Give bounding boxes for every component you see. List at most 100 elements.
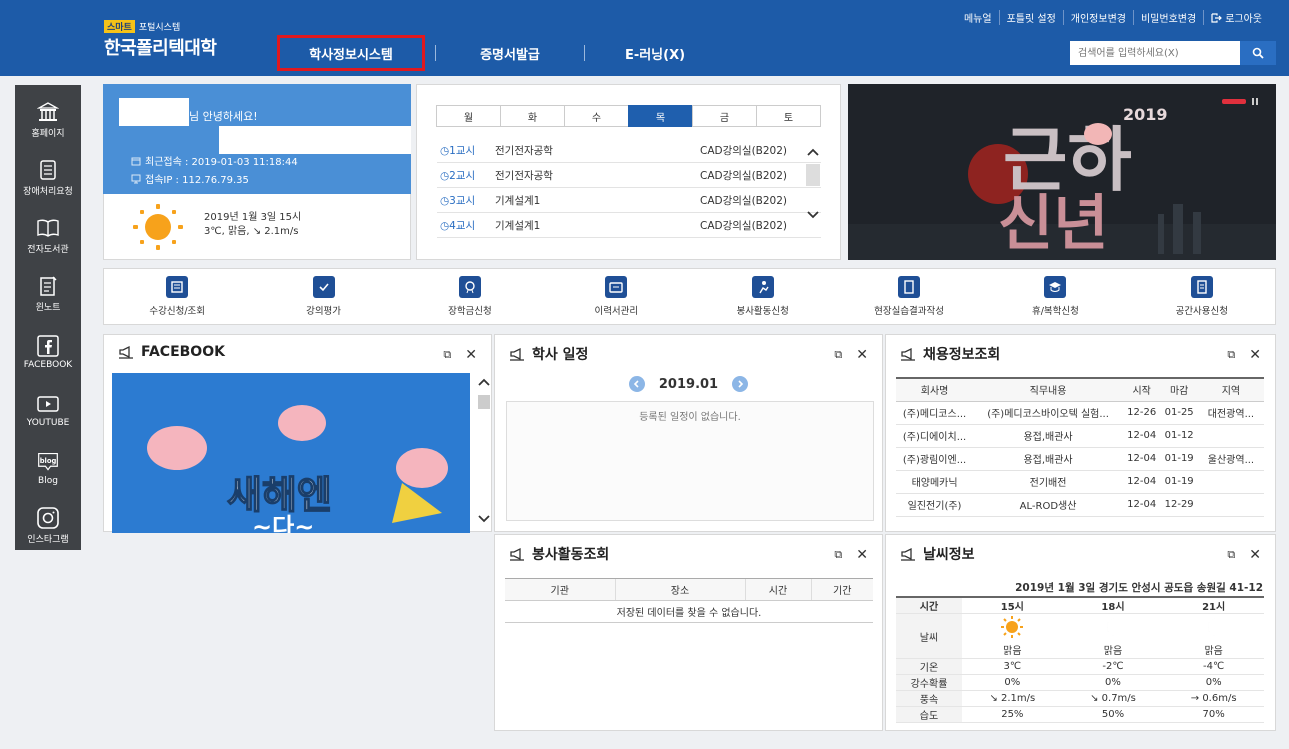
table-row[interactable]: 태양메카닉 전기배전 12-04 01-19 [896,470,1264,494]
facebook-post-image[interactable]: 새해엔 ~다~ [112,373,470,533]
table-header: 회사명 직무내용 시작 마감 지역 [896,377,1264,402]
weather-location: 2019년 1월 3일 경기도 안성시 공도읍 송원길 41-12 [1015,582,1263,594]
megaphone-icon [510,547,524,561]
manual-link[interactable]: 메뉴얼 [957,10,999,25]
youtube-icon [37,393,59,415]
maximize-icon[interactable]: ⧉ [834,548,842,562]
quick-scholarship[interactable]: 장학금신청 [397,269,543,324]
period-label: ◷2교시 [440,169,476,182]
col-region: 지역 [1197,377,1264,402]
weather-row-condition: 날씨 맑음 맑음 맑음 [896,613,1264,659]
portlet-settings-link[interactable]: 포틀릿 설정 [998,10,1063,25]
search-icon [1252,47,1264,59]
period-subject: 전기전자공학 [495,169,553,182]
quick-field-practice[interactable]: 현장실습결과작성 [836,269,982,324]
period-subject: 전기전자공학 [495,144,553,157]
empty-message: 저장된 데이터를 찾을 수 없습니다. [505,600,873,623]
tab-wednesday[interactable]: 수 [564,105,629,127]
tab-tuesday[interactable]: 화 [500,105,565,127]
nav-certificate[interactable]: 증명서발급 [436,35,584,71]
tab-saturday[interactable]: 토 [756,105,821,127]
quick-label: 수강신청/조회 [149,306,206,317]
sidebar-item-winnote[interactable]: 윈노트 [15,265,81,323]
login-ip-text: 접속IP : 112.76.79.35 [145,175,249,186]
sidebar-item-homepage[interactable]: 홈페이지 [15,91,81,149]
col-end: 마감 [1160,377,1198,402]
quick-sidebar: 홈페이지 장애처리요청 전자도서관 윈노트 FACEBOOK YOUTUBE b… [15,85,81,550]
tab-friday[interactable]: 금 [692,105,757,127]
maximize-icon[interactable]: ⧉ [1227,548,1235,562]
panel-title: 학사 일정 [509,344,588,364]
sidebar-item-label: 윈노트 [35,303,61,313]
sidebar-item-facebook[interactable]: FACEBOOK [15,323,81,381]
quick-label: 이력서관리 [594,306,639,317]
quick-space-booking[interactable]: 공간사용신청 [1129,269,1275,324]
period-row[interactable]: ◷2교시 전기전자공학 CAD강의실(B202) [437,163,821,188]
weather-date: 2019년 1월 3일 15시 [204,212,302,223]
close-icon[interactable]: ✕ [856,347,868,363]
profile-edit-link[interactable]: 개인정보변경 [1062,10,1133,25]
search-button[interactable] [1240,41,1276,65]
password-change-link[interactable]: 비밀번호변경 [1132,10,1203,25]
prev-month-button[interactable] [628,376,645,392]
megaphone-icon [901,347,915,361]
table-row[interactable]: (주)메디코스... (주)메디코스바이오텍 실험... 12-26 01-25 대전광… [896,401,1264,425]
maximize-icon[interactable]: ⧉ [834,348,842,362]
period-row[interactable]: ◷4교시 기계설계1 CAD강의실(B202) [437,213,821,238]
nav-academic-info[interactable]: 학사정보시스템 [277,35,425,71]
col-job: 직무내용 [973,377,1123,402]
redacted-info [219,126,411,154]
sidebar-item-support-request[interactable]: 장애처리요청 [15,149,81,207]
nav-elearning[interactable]: E-러닝(X) [585,35,725,71]
maximize-icon[interactable]: ⧉ [1227,348,1235,362]
new-year-banner[interactable]: 근하 신년 2019 [848,84,1276,260]
class-timetable: 월 화 수 목 금 토 ◷1교시 전기전자공학 CAD강의실(B202) ◷2교… [416,84,841,260]
close-icon[interactable]: ✕ [856,547,868,563]
quick-volunteer[interactable]: 봉사활동신청 [690,269,836,324]
volunteer-icon [751,276,774,298]
jobs-table: 회사명 직무내용 시작 마감 지역 (주)메디코스... (주)메디코스바이오텍 … [896,377,1264,517]
login-ip: 접속IP : 112.76.79.35 [131,171,249,186]
empty-message: 등록된 일정이 없습니다. [639,412,741,423]
next-month-button[interactable] [732,376,749,392]
timetable-scrollbar[interactable] [805,142,821,232]
quick-leave-return[interactable]: 휴/복학신청 [982,269,1128,324]
close-icon[interactable]: ✕ [1249,547,1261,563]
close-icon[interactable]: ✕ [465,347,477,363]
utility-nav: 메뉴얼 포틀릿 설정 개인정보변경 비밀번호변경 로그아웃 [957,10,1269,25]
weather-row-time: 시간 15시 18시 21시 [896,596,1264,614]
maximize-icon[interactable]: ⧉ [443,348,451,362]
schedule-panel: 학사 일정 ⧉ ✕ 2019.01 등록된 일정이 없습니다. [494,334,883,532]
sidebar-item-label: 홈페이지 [31,129,65,139]
logout-link[interactable]: 로그아웃 [1203,10,1269,25]
quick-resume[interactable]: 이력서관리 [543,269,689,324]
col-hours: 시간 [744,578,811,601]
sidebar-item-blog[interactable]: blog Blog [15,439,81,497]
logout-label: 로그아웃 [1225,14,1262,25]
tab-thursday[interactable]: 목 [628,105,693,127]
facebook-scrollbar[interactable] [476,373,492,533]
sidebar-item-e-library[interactable]: 전자도서관 [15,207,81,265]
table-row[interactable]: (주)광림이엔... 용접,배관사 12-04 01-19 울산광역... [896,447,1264,471]
search-input[interactable] [1070,41,1240,65]
table-header: 기관 장소 시간 기간 [505,578,873,601]
logo-badge: 스마트 [104,20,135,33]
sidebar-item-instagram[interactable]: 인스타그램 [15,497,81,555]
period-row[interactable]: ◷1교시 전기전자공학 CAD강의실(B202) [437,138,821,163]
period-row[interactable]: ◷3교시 기계설계1 CAD강의실(B202) [437,188,821,213]
portal-logo[interactable]: 스마트 포털시스템 한국폴리텍대학 [104,20,217,60]
chevron-left-icon [633,380,639,388]
sidebar-item-youtube[interactable]: YOUTUBE [15,381,81,439]
search-bar [1070,41,1276,65]
weather-row-temp: 기온 3℃ -2℃ -4℃ [896,658,1264,675]
table-row[interactable]: 일진전기(주) AL-ROD생산 12-04 12-29 [896,493,1264,517]
quick-course-evaluation[interactable]: 강의평가 [250,269,396,324]
quick-course-registration[interactable]: 수강신청/조회 [104,269,250,324]
tab-monday[interactable]: 월 [436,105,501,127]
calendar-icon [131,157,141,165]
close-icon[interactable]: ✕ [1249,347,1261,363]
last-login-text: 최근접속 : 2019-01-03 11:18:44 [145,157,298,168]
col-place: 장소 [614,578,745,601]
sidebar-item-label: Blog [38,475,58,486]
table-row[interactable]: (주)디에이치... 용접,배관사 12-04 01-12 [896,424,1264,448]
